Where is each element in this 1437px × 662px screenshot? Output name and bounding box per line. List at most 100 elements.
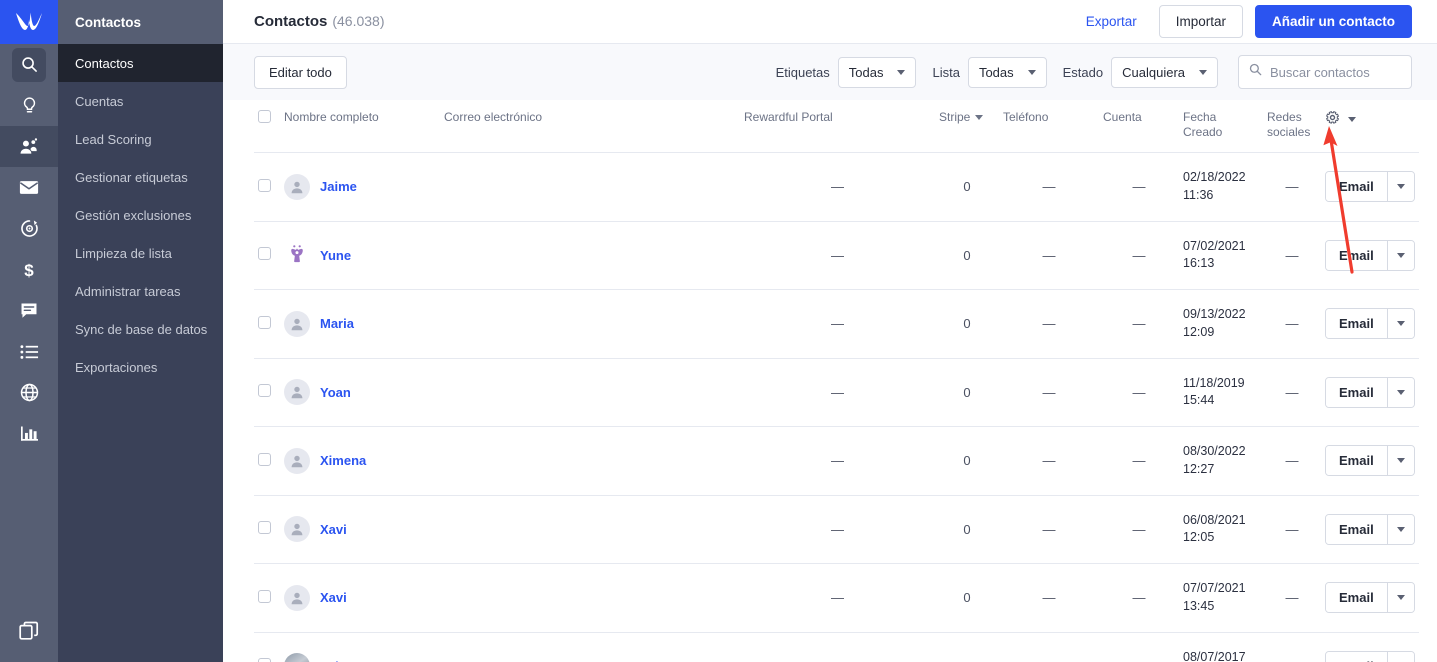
filter-lista-select[interactable]: Todas	[967, 56, 1047, 88]
table-row[interactable]: Maria — 0 — — 09/13/2022 12:09 — Email	[254, 289, 1419, 359]
header-fecha-creado[interactable]: Fecha Creado	[1179, 100, 1263, 153]
sidebar-item-limpieza-de-lista[interactable]: Limpieza de lista	[58, 234, 223, 272]
sidebar-item-administrar-tareas[interactable]: Administrar tareas	[58, 272, 223, 310]
row-date: 07/07/2021	[1183, 581, 1246, 595]
table-row[interactable]: Xavi — 0 — — 06/08/2021 12:05 — Email	[254, 495, 1419, 564]
rail-item-reports[interactable]	[0, 413, 58, 454]
table-row[interactable]: Xavi — 0 — — 07/07/2021 13:45 — Email	[254, 563, 1419, 633]
import-button[interactable]: Importar	[1158, 5, 1243, 38]
edit-all-button[interactable]: Editar todo	[254, 55, 347, 89]
rail-item-website[interactable]	[0, 372, 58, 413]
sidebar-item-exportaciones[interactable]: Exportaciones	[58, 348, 223, 386]
contact-name-link[interactable]: Jaime	[320, 179, 357, 194]
export-button[interactable]: Exportar	[1076, 8, 1147, 35]
email-button[interactable]: Email	[1326, 583, 1387, 613]
row-checkbox[interactable]	[258, 178, 271, 192]
row-name-cell: John	[280, 632, 440, 662]
sidebar-item-gestionar-etiquetas[interactable]: Gestionar etiquetas	[58, 158, 223, 196]
sidebar-item-gestion-exclusiones[interactable]: Gestión exclusiones	[58, 196, 223, 234]
header-stripe[interactable]: Stripe	[935, 100, 999, 153]
email-button[interactable]: Email	[1326, 309, 1387, 339]
contact-name-link[interactable]: Yune	[320, 248, 351, 263]
contact-name-link[interactable]: Xavi	[320, 522, 347, 537]
header-nombre-completo[interactable]: Nombre completo	[280, 100, 440, 153]
row-checkbox[interactable]	[258, 452, 271, 466]
row-checkbox[interactable]	[258, 384, 271, 398]
contact-name-link[interactable]: Maria	[320, 316, 354, 331]
email-dropdown-button[interactable]	[1386, 377, 1414, 407]
column-settings-button[interactable]	[1325, 110, 1356, 129]
rail-item-ideas[interactable]	[0, 85, 58, 126]
row-portal-cell: —	[740, 358, 935, 427]
row-checkbox[interactable]	[258, 315, 271, 329]
row-checkbox[interactable]	[258, 521, 271, 535]
row-select-cell	[254, 632, 280, 662]
row-stripe-cell: 0	[935, 152, 999, 222]
table-row[interactable]: Yoan — 0 — — 11/18/2019 15:44 — Email	[254, 358, 1419, 427]
row-time: 15:44	[1183, 393, 1215, 408]
header-correo-electronico[interactable]: Correo electrónico	[440, 100, 740, 153]
filter-etiquetas-select[interactable]: Todas	[837, 56, 917, 88]
sidebar-item-lead-scoring[interactable]: Lead Scoring	[58, 120, 223, 158]
email-button[interactable]: Email	[1326, 240, 1387, 270]
row-stripe-cell: 0	[935, 358, 999, 427]
header-rewardful-portal[interactable]: Rewardful Portal	[740, 100, 935, 153]
rail-item-apps[interactable]	[0, 604, 58, 662]
rail-item-search[interactable]	[0, 44, 58, 85]
email-dropdown-button[interactable]	[1386, 651, 1414, 662]
rail-item-sales[interactable]: $	[0, 249, 58, 290]
contact-name-link[interactable]: Ximena	[320, 453, 366, 468]
row-social-cell: —	[1263, 221, 1321, 290]
rail-item-automation[interactable]	[0, 208, 58, 249]
rail-item-contacts[interactable]	[0, 126, 58, 167]
row-checkbox[interactable]	[258, 247, 271, 261]
email-dropdown-button[interactable]	[1386, 309, 1414, 339]
email-button[interactable]: Email	[1326, 514, 1387, 544]
email-dropdown-button[interactable]	[1386, 583, 1414, 613]
row-date: 08/30/2022	[1183, 444, 1246, 458]
header-telefono[interactable]: Teléfono	[999, 100, 1099, 153]
contact-name-link[interactable]: Yoan	[320, 385, 351, 400]
row-time: 16:13	[1183, 256, 1215, 271]
row-phone-cell: —	[999, 426, 1099, 496]
email-dropdown-button[interactable]	[1386, 240, 1414, 270]
filter-lista-label: Lista	[932, 64, 960, 80]
rail-item-lists[interactable]	[0, 331, 58, 372]
row-action-cell: Email	[1321, 289, 1419, 359]
row-checkbox[interactable]	[258, 658, 271, 662]
email-dropdown-button[interactable]	[1386, 446, 1414, 476]
header-redes-sociales[interactable]: Redes sociales	[1263, 100, 1321, 153]
email-button[interactable]: Email	[1326, 377, 1387, 407]
row-checkbox[interactable]	[258, 589, 271, 603]
sidebar-item-label: Contactos	[75, 55, 134, 71]
email-dropdown-button[interactable]	[1386, 514, 1414, 544]
main-content: Contactos (46.038) Exportar Importar Añad…	[223, 0, 1437, 662]
avatar	[284, 242, 310, 269]
sidebar-item-cuentas[interactable]: Cuentas	[58, 82, 223, 120]
filter-estado-select[interactable]: Cualquiera	[1111, 56, 1218, 88]
contact-name-link[interactable]: Xavi	[320, 590, 347, 605]
table-row[interactable]: Yune — 0 — — 07/02/2021 16:13 — Email	[254, 221, 1419, 290]
email-button[interactable]: Email	[1326, 172, 1387, 202]
search-input[interactable]	[1270, 64, 1401, 80]
row-name-cell: Xavi	[280, 495, 440, 564]
table-row[interactable]: Ximena — 0 — — 08/30/2022 12:27 — Email	[254, 426, 1419, 496]
search-box[interactable]	[1238, 55, 1412, 89]
page-title: Contactos (46.038)	[254, 13, 385, 31]
add-contact-button[interactable]: Añadir un contacto	[1254, 5, 1412, 38]
email-dropdown-button[interactable]	[1386, 172, 1414, 202]
sidebar-item-sync-base-de-datos[interactable]: Sync de base de datos	[58, 310, 223, 348]
header-cuenta[interactable]: Cuenta	[1099, 100, 1179, 153]
row-date: 06/08/2021	[1183, 512, 1246, 527]
email-button[interactable]: Email	[1326, 446, 1387, 476]
rail-item-conversations[interactable]	[0, 290, 58, 331]
email-button[interactable]: Email	[1326, 651, 1387, 662]
sidebar-item-contactos[interactable]: Contactos	[58, 44, 223, 82]
select-all-checkbox[interactable]	[258, 110, 271, 123]
table-row[interactable]: Jaime — 0 — — 02/18/2022 11:36 — Email	[254, 152, 1419, 222]
rail-item-email[interactable]	[0, 167, 58, 208]
app-logo[interactable]	[0, 0, 58, 44]
row-social-cell: —	[1263, 632, 1321, 662]
table-row[interactable]: John — 0 — — 08/07/201704:41 — Email	[254, 632, 1419, 662]
row-social-cell: —	[1263, 289, 1321, 359]
